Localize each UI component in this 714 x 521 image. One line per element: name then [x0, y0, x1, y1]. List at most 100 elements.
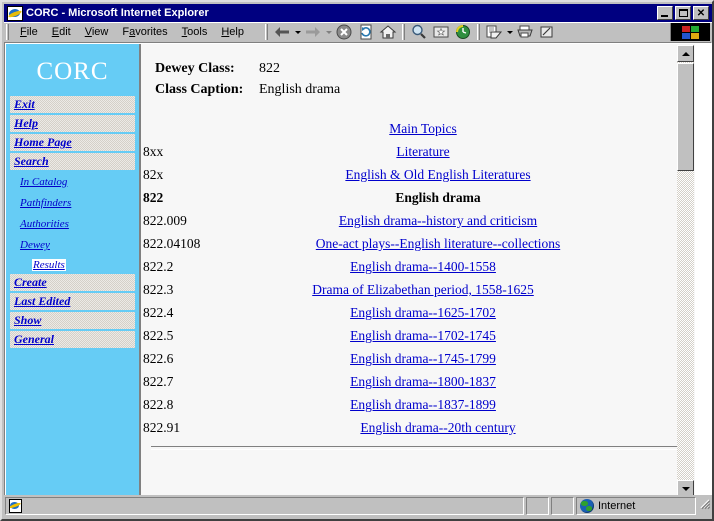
sidebar-subitem-dewey[interactable]: Dewey [10, 235, 135, 256]
home-icon [379, 25, 397, 39]
sidebar-subitem-results[interactable]: Results [10, 256, 135, 274]
topic-caption-link[interactable]: Drama of Elizabethan period, 1558-1625 [312, 282, 534, 297]
home-button[interactable] [377, 23, 399, 42]
refresh-button[interactable] [355, 23, 377, 42]
toolbar-separator [265, 24, 268, 40]
class-caption-row: Class Caption: English drama [155, 79, 695, 100]
topic-number: 822.009 [143, 213, 187, 228]
sidebar-subitem-pathfinders[interactable]: Pathfinders [10, 193, 135, 214]
forward-button[interactable] [302, 23, 324, 42]
sidebar-item-search-label[interactable]: Search [14, 154, 49, 168]
stop-icon [336, 24, 352, 40]
caret-down-icon [506, 30, 513, 34]
sidebar-subitem-in-catalog-label[interactable]: In Catalog [20, 176, 67, 188]
topic-caption-cell: One-act plays--English literature--colle… [233, 233, 613, 256]
sidebar-item-last-edited[interactable]: Last Edited [10, 293, 135, 310]
topic-caption-link[interactable]: English drama--1800-1837 [350, 374, 496, 389]
mail-dropdown[interactable] [505, 23, 514, 42]
refresh-icon [360, 24, 372, 40]
topic-caption-cell: English drama--1837-1899 [233, 394, 613, 417]
toolbar-separator [402, 24, 405, 40]
forward-dropdown[interactable] [324, 23, 333, 42]
topic-caption-cell: English drama--1800-1837 [233, 371, 613, 394]
main-topics-link[interactable]: Main Topics [389, 121, 456, 136]
topic-caption-link[interactable]: English drama--history and criticism [339, 213, 537, 228]
mail-button[interactable] [483, 23, 505, 42]
topic-caption-link[interactable]: English drama--1400-1558 [350, 259, 496, 274]
topic-caption-cell: English drama [233, 187, 613, 210]
tool-bar [4, 22, 712, 42]
sidebar-item-help[interactable]: Help [10, 115, 135, 132]
edit-button[interactable] [536, 23, 558, 42]
favorites-star-icon [433, 26, 449, 38]
minimize-button[interactable] [657, 6, 673, 20]
scroll-down-button[interactable] [677, 480, 694, 496]
sidebar-item-last-edited-label[interactable]: Last Edited [14, 294, 70, 308]
sidebar-item-search[interactable]: Search [10, 153, 135, 170]
sidebar-item-create[interactable]: Create [10, 274, 135, 291]
vertical-scroll-thumb[interactable] [677, 63, 694, 171]
stop-button[interactable] [333, 23, 355, 42]
topic-caption-link[interactable]: English drama--1625-1702 [350, 305, 496, 320]
sidebar-subitem-authorities[interactable]: Authorities [10, 214, 135, 235]
favorites-button[interactable] [430, 23, 452, 42]
sidebar-subitem-dewey-label[interactable]: Dewey [20, 239, 50, 251]
minimize-icon [661, 15, 668, 17]
print-button[interactable] [514, 23, 536, 42]
search-button[interactable] [408, 23, 430, 42]
history-clock-icon [456, 25, 470, 39]
sidebar-subitem-authorities-label[interactable]: Authorities [20, 218, 69, 230]
sidebar-item-help-label[interactable]: Help [14, 116, 38, 130]
topic-number: 822.91 [143, 420, 181, 435]
back-button[interactable] [271, 23, 293, 42]
sidebar-subitem-in-catalog[interactable]: In Catalog [10, 172, 135, 193]
status-bar: Internet [4, 495, 712, 517]
topic-caption-cell: English drama--1702-1745 [233, 325, 613, 348]
sidebar-item-general-label[interactable]: General [14, 332, 54, 346]
back-dropdown[interactable] [293, 23, 302, 42]
topic-row: 8xx Literature [143, 141, 613, 164]
browser-viewport: CORC Exit Help Home Page Search In Catal… [4, 42, 712, 497]
topic-row: 822.009 English drama--history and critic… [143, 210, 613, 233]
topic-caption-link[interactable]: English drama--20th century [360, 420, 515, 435]
dewey-class-row: Dewey Class: 822 [155, 58, 695, 79]
topic-caption-link[interactable]: One-act plays--English literature--colle… [316, 236, 560, 251]
sidebar-item-exit[interactable]: Exit [10, 96, 135, 113]
sidebar-item-show[interactable]: Show [10, 312, 135, 329]
topic-caption-link[interactable]: English & Old English Literatures [345, 167, 530, 182]
maximize-icon [679, 9, 688, 17]
topic-caption-link[interactable]: English drama--1702-1745 [350, 328, 496, 343]
sidebar-item-general[interactable]: General [10, 331, 135, 348]
topic-number: 822.8 [143, 397, 174, 412]
sidebar-item-show-label[interactable]: Show [14, 313, 41, 327]
ie-logo-animated-icon[interactable] [670, 23, 710, 41]
close-button[interactable]: ✕ [693, 6, 709, 20]
topic-caption-link[interactable]: English drama--1745-1799 [350, 351, 496, 366]
topic-row: 822.3 Drama of Elizabethan period, 1558-1… [143, 279, 613, 302]
history-button[interactable] [452, 23, 474, 42]
topic-caption-cell: English drama--1625-1702 [233, 302, 613, 325]
site-navigation-sidebar: CORC Exit Help Home Page Search In Catal… [6, 44, 141, 496]
sidebar-subitem-results-label[interactable]: Results [33, 259, 65, 271]
class-header: Dewey Class: 822 Class Caption: English … [143, 44, 695, 100]
printer-icon [517, 25, 533, 38]
topic-number: 822.6 [143, 351, 174, 366]
topic-caption-link[interactable]: Literature [396, 144, 449, 159]
mail-icon [486, 25, 503, 39]
vertical-scrollbar[interactable] [677, 45, 694, 496]
maximize-button[interactable] [675, 6, 691, 20]
sidebar-subitem-pathfinders-label[interactable]: Pathfinders [20, 197, 71, 209]
topic-caption-link[interactable]: English drama--1837-1899 [350, 397, 496, 412]
sidebar-item-home-page[interactable]: Home Page [10, 134, 135, 151]
security-zone-panel[interactable]: Internet [576, 497, 696, 515]
resize-grip[interactable] [698, 497, 712, 515]
topic-number: 82x [143, 167, 164, 182]
globe-icon [580, 499, 594, 513]
scroll-up-button[interactable] [677, 45, 694, 62]
caret-down-icon [294, 30, 301, 34]
sidebar-item-home-page-label[interactable]: Home Page [14, 135, 72, 149]
topic-row: 822.4 English drama--1625-1702 [143, 302, 613, 325]
sidebar-item-exit-label[interactable]: Exit [14, 97, 35, 111]
topic-number: 822.7 [143, 374, 174, 389]
sidebar-item-create-label[interactable]: Create [14, 275, 47, 289]
